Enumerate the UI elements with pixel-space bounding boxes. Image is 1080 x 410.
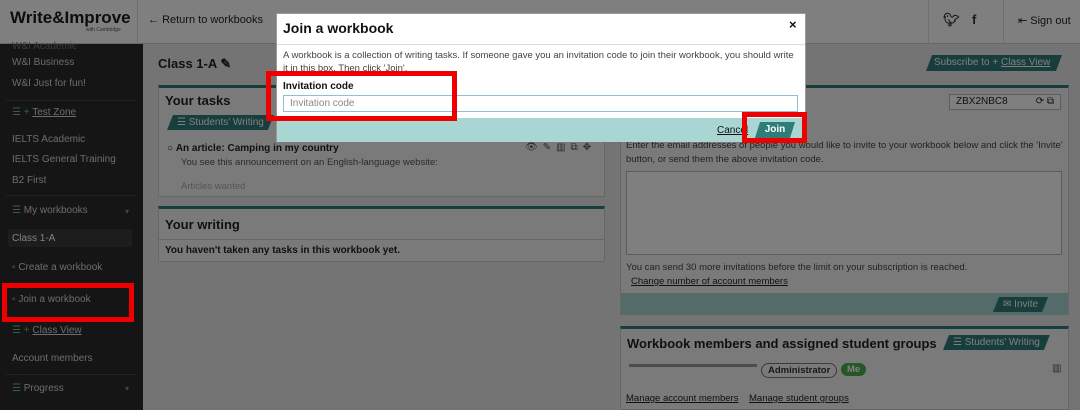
close-icon[interactable]: ×: [789, 17, 797, 32]
highlight-box-join-button: [742, 112, 807, 143]
divider: [277, 44, 805, 45]
dialog-title: Join a workbook: [283, 20, 394, 36]
dialog-footer: Cancel Join: [277, 118, 805, 142]
highlight-box-sidebar-join: [2, 283, 134, 322]
highlight-box-invitation-code: [266, 71, 457, 121]
